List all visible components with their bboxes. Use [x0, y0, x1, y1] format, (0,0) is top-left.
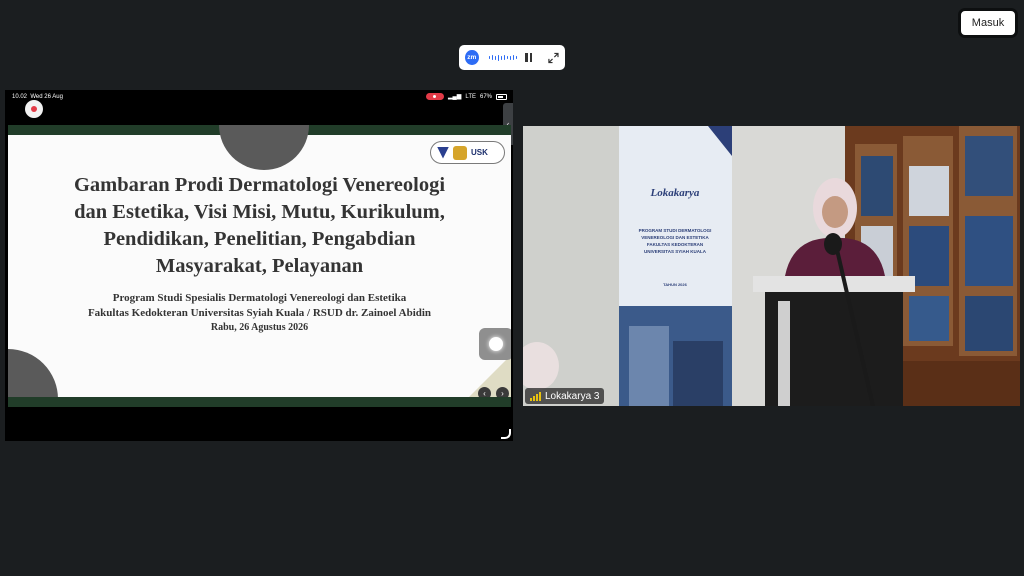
banner-line-4: UNIVERSITAS SYIAH KUALA	[644, 249, 707, 254]
shared-screen-tile[interactable]: 10.02 Wed 26 Aug ▂▄▆ LTE 67% ‹ USK Gamba…	[5, 90, 513, 441]
zoom-logo-icon: zm	[465, 50, 479, 65]
usk-logo-text: USK	[471, 147, 488, 157]
assistive-touch-button[interactable]	[479, 328, 511, 360]
university-logo: USK	[430, 141, 505, 164]
usk-emblem-icon	[453, 145, 467, 160]
tablet-status-bar: 10.02 Wed 26 Aug ▂▄▆ LTE 67%	[5, 90, 513, 104]
slide-date: Rabu, 26 Agustus 2026	[210, 322, 309, 333]
banner-line-2: VENEREOLOGI DAN ESTETIKA	[641, 235, 709, 240]
status-time: 10.02 Wed 26 Aug	[12, 94, 63, 100]
signal-icon: ▂▄▆	[447, 94, 462, 100]
faculty-emblem-icon	[437, 146, 449, 159]
participant-name: Lokakarya 3	[545, 390, 600, 402]
banner-year: TAHUN 2026	[663, 282, 687, 287]
battery-icon	[496, 93, 507, 100]
presentation-slide: USK Gambaran Prodi Dermatologi Venereolo…	[8, 125, 511, 407]
battery-label: 67%	[479, 93, 492, 100]
slide-bottom-bar	[8, 397, 511, 407]
connection-signal-icon	[530, 391, 541, 401]
participant-video-tile[interactable]: Lokakarya PROGRAM STUDI DERMATOLOGI VENE…	[523, 126, 1020, 406]
slide-title: Gambaran Prodi Dermatologi Venereologi d…	[73, 174, 446, 277]
audio-level-icon	[488, 51, 518, 65]
zoom-control-pill[interactable]: zm	[459, 45, 565, 70]
banner-heading: Lokakarya	[650, 187, 700, 199]
record-button[interactable]	[25, 100, 43, 118]
participant-name-tag: Lokakarya 3	[525, 388, 605, 404]
screen-record-indicator-icon	[425, 93, 444, 100]
slide-subtitle-faculty: Fakultas Kedokteran Universitas Syiah Ku…	[87, 307, 432, 319]
participant-video-feed: Lokakarya PROGRAM STUDI DERMATOLOGI VENE…	[523, 126, 1020, 406]
banner-line-3: FAKULTAS KEDOKTERAN	[647, 242, 703, 247]
network-label: LTE	[465, 93, 476, 100]
slide-subtitle-program: Program Studi Spesialis Dermatologi Vene…	[112, 292, 407, 304]
banner-line-1: PROGRAM STUDI DERMATOLOGI	[639, 228, 712, 233]
pause-icon[interactable]	[525, 53, 533, 62]
join-button[interactable]: Masuk	[958, 8, 1018, 38]
slide-decor-circle-top	[219, 125, 309, 170]
expand-icon[interactable]	[548, 52, 559, 64]
resize-handle[interactable]	[501, 429, 511, 439]
